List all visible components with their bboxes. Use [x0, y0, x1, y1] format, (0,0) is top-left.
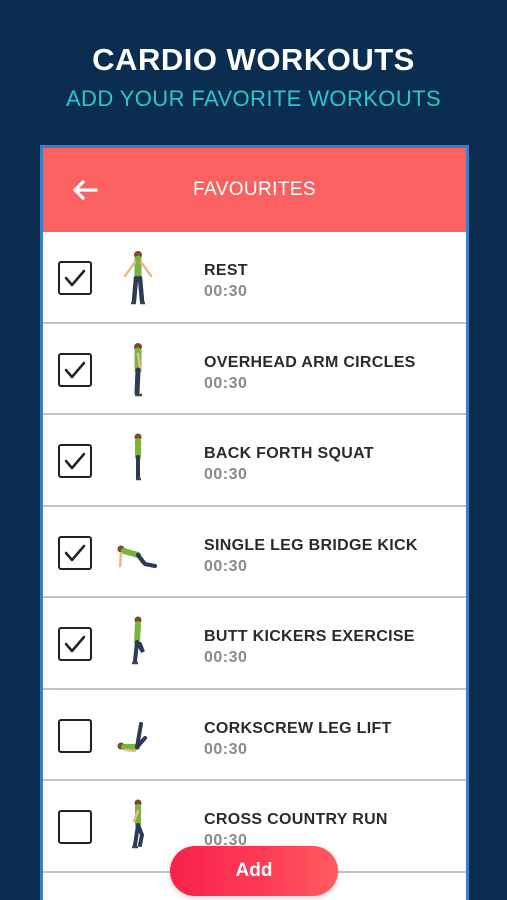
add-button[interactable]: Add	[170, 846, 338, 896]
exercise-info: OVERHEAD ARM CIRCLES 00:30	[204, 354, 416, 393]
exercise-checkbox[interactable]	[58, 627, 92, 661]
exercise-figure-icon	[113, 614, 163, 674]
exercise-checkbox[interactable]	[58, 444, 92, 478]
checkmark-icon	[64, 635, 86, 653]
exercise-list: REST 00:30 OVERHEAD ARM CIRCLES 00:30 BA…	[43, 232, 466, 873]
back-button[interactable]	[69, 174, 101, 206]
screen: CARDIO WORKOUTS ADD YOUR FAVORITE WORKOU…	[0, 0, 507, 900]
promo-subtitle: ADD YOUR FAVORITE WORKOUTS	[65, 86, 442, 111]
exercise-figure-icon	[113, 431, 163, 491]
exercise-duration: 00:30	[204, 283, 248, 300]
exercise-info: REST 00:30	[204, 262, 248, 301]
page-title: FAVOURITES	[193, 179, 316, 200]
arrow-left-icon	[72, 180, 98, 200]
exercise-name: BACK FORTH SQUAT	[204, 445, 374, 462]
exercise-info: BACK FORTH SQUAT 00:30	[204, 445, 374, 484]
app-bar: FAVOURITES	[43, 148, 466, 232]
exercise-figure-icon	[113, 523, 163, 583]
exercise-info: CROSS COUNTRY RUN 00:30	[204, 811, 388, 850]
exercise-row[interactable]: CORKSCREW LEG LIFT 00:30	[43, 690, 466, 781]
promo-title: CARDIO WORKOUTS	[92, 42, 415, 77]
phone-frame: FAVOURITES REST 00:30 OVERHEAD ARM CIRCL…	[40, 145, 469, 900]
exercise-checkbox[interactable]	[58, 810, 92, 844]
exercise-row[interactable]: SINGLE LEG BRIDGE KICK 00:30	[43, 507, 466, 598]
exercise-row[interactable]: BUTT KICKERS EXERCISE 00:30	[43, 598, 466, 690]
exercise-name: SINGLE LEG BRIDGE KICK	[204, 536, 418, 554]
exercise-duration: 00:30	[204, 649, 248, 666]
exercise-info: CORKSCREW LEG LIFT 00:30	[204, 720, 392, 759]
checkmark-icon	[64, 361, 86, 378]
exercise-name: REST	[204, 262, 248, 279]
exercise-figure-icon	[113, 340, 163, 400]
exercise-duration: 00:30	[204, 466, 248, 483]
exercise-figure-icon	[113, 706, 163, 766]
exercise-duration: 00:30	[204, 557, 248, 575]
exercise-checkbox[interactable]	[58, 718, 92, 753]
exercise-figure-icon	[113, 797, 163, 857]
exercise-row[interactable]: BACK FORTH SQUAT 00:30	[43, 415, 466, 507]
checkmark-icon	[64, 544, 86, 561]
exercise-row[interactable]: OVERHEAD ARM CIRCLES 00:30	[43, 324, 466, 415]
exercise-name: OVERHEAD ARM CIRCLES	[204, 353, 416, 371]
checkmark-icon	[64, 452, 86, 470]
exercise-checkbox[interactable]	[58, 261, 92, 295]
exercise-name: BUTT KICKERS EXERCISE	[204, 628, 415, 645]
exercise-figure-icon	[113, 248, 163, 308]
exercise-info: BUTT KICKERS EXERCISE 00:30	[204, 628, 415, 667]
exercise-info: SINGLE LEG BRIDGE KICK 00:30	[204, 537, 418, 576]
exercise-duration: 00:30	[204, 740, 248, 758]
exercise-duration: 00:30	[204, 374, 248, 392]
exercise-name: CORKSCREW LEG LIFT	[204, 719, 392, 737]
exercise-checkbox[interactable]	[58, 535, 92, 570]
exercise-row[interactable]: REST 00:30	[43, 232, 466, 324]
exercise-checkbox[interactable]	[58, 352, 92, 387]
exercise-name: CROSS COUNTRY RUN	[204, 811, 388, 828]
checkmark-icon	[64, 269, 86, 287]
